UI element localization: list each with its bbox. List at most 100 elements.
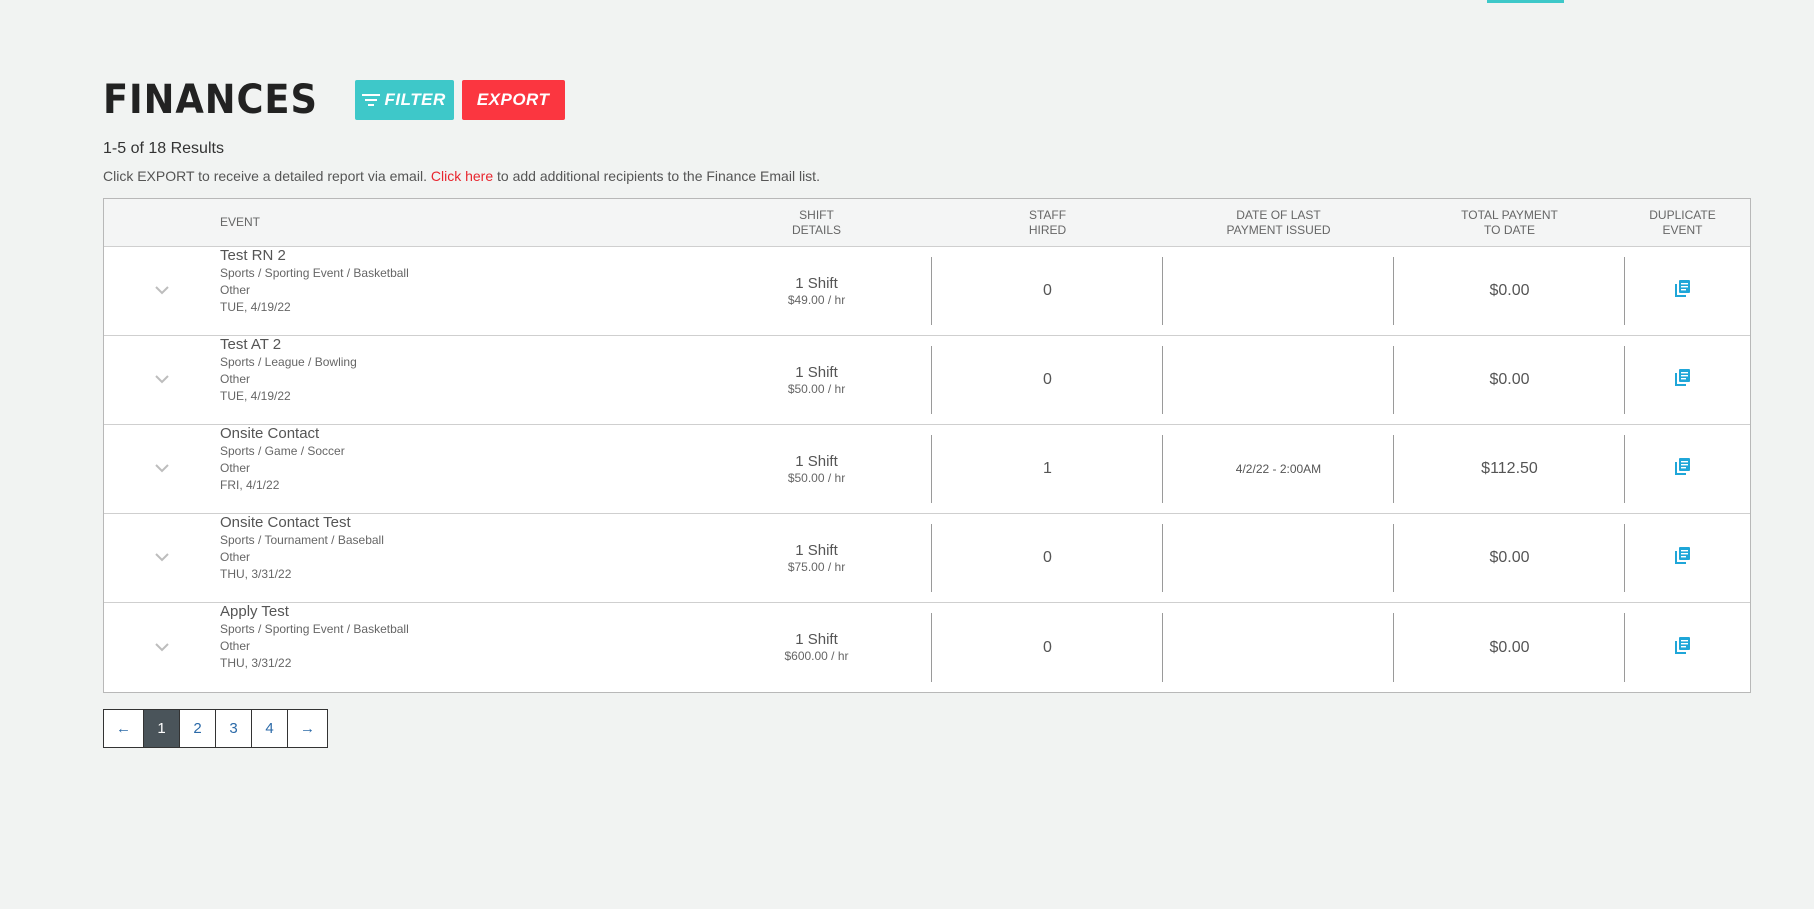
export-info-after: to add additional recipients to the Fina… — [493, 168, 820, 184]
table-body: Test RN 2 Sports / Sporting Event / Baske… — [104, 247, 1750, 692]
header-staff-line2: HIRED — [1028, 222, 1067, 237]
total-payment-cell: $0.00 — [1394, 247, 1625, 335]
staff-hired-value: 0 — [1043, 282, 1052, 299]
next-page-button[interactable]: → — [288, 709, 328, 748]
results-count: 1-5 of 18 Results — [103, 140, 224, 157]
shift-count: 1 Shift — [795, 274, 838, 292]
duplicate-event-cell — [1625, 514, 1740, 602]
page-title: FINANCES — [103, 77, 318, 123]
total-payment-cell: $0.00 — [1394, 603, 1625, 692]
expand-row-toggle[interactable] — [104, 603, 220, 692]
shift-rate: $50.00 / hr — [787, 381, 846, 396]
expand-row-toggle[interactable] — [104, 514, 220, 602]
top-nav-active-indicator — [1487, 0, 1564, 3]
chevron-down-icon — [155, 282, 169, 300]
page-button-3[interactable]: 3 — [216, 709, 252, 748]
filter-button[interactable]: FILTER — [354, 80, 454, 120]
staff-hired-cell: 0 — [932, 247, 1163, 335]
event-cell: Test RN 2 Sports / Sporting Event / Baske… — [220, 247, 701, 335]
pagination: ← 1 2 3 4 → — [103, 709, 1751, 748]
header-last-payment-date: DATE OF LAST PAYMENT ISSUED — [1163, 199, 1394, 246]
export-info-text: Click EXPORT to receive a detailed repor… — [103, 168, 1751, 184]
export-info-before: Click EXPORT to receive a detailed repor… — [103, 168, 431, 184]
total-payment-cell: $0.00 — [1394, 514, 1625, 602]
page-button-4[interactable]: 4 — [252, 709, 288, 748]
event-category: Sports / Sporting Event / Basketball — [220, 266, 409, 280]
page-header: FINANCES FILTER EXPORT — [103, 76, 1751, 124]
table-row: Onsite Contact Sports / Game / Soccer Othe… — [104, 425, 1750, 514]
header-dup-line2: EVENT — [1662, 222, 1703, 237]
staff-hired-value: 0 — [1043, 638, 1052, 656]
header-staff-line1: STAFF — [1028, 207, 1067, 222]
export-button[interactable]: EXPORT — [461, 80, 565, 120]
shift-count: 1 Shift — [795, 541, 838, 559]
event-name[interactable]: Apply Test — [220, 603, 289, 621]
header-total-line2: TO DATE — [1484, 222, 1535, 237]
total-payment-cell: $0.00 — [1394, 336, 1625, 424]
add-recipients-link[interactable]: Click here — [431, 168, 493, 184]
copy-icon[interactable] — [1675, 458, 1690, 480]
header-event: EVENT — [220, 215, 261, 229]
prev-page-button[interactable]: ← — [103, 709, 144, 748]
event-name[interactable]: Onsite Contact Test — [220, 514, 351, 532]
shift-count: 1 Shift — [795, 363, 838, 381]
event-type: Other — [220, 550, 251, 564]
shift-details-cell: 1 Shift $49.00 / hr — [701, 247, 932, 335]
shift-rate: $600.00 / hr — [784, 649, 849, 663]
copy-icon[interactable] — [1675, 636, 1690, 659]
event-cell: Apply Test Sports / Sporting Event / Bask… — [220, 603, 701, 692]
last-payment-cell — [1163, 603, 1394, 692]
event-name[interactable]: Test RN 2 — [220, 247, 286, 265]
total-payment-value: $0.00 — [1489, 638, 1530, 656]
page-button-1[interactable]: 1 — [144, 709, 180, 748]
header-total-payment: TOTAL PAYMENT TO DATE — [1394, 199, 1625, 246]
filter-button-label: FILTER — [384, 90, 446, 109]
expand-row-toggle[interactable] — [104, 247, 220, 335]
last-payment-cell — [1163, 336, 1394, 424]
total-payment-value: $112.50 — [1481, 460, 1538, 477]
header-total-line1: TOTAL PAYMENT — [1461, 207, 1558, 222]
event-name[interactable]: Onsite Contact — [220, 425, 319, 443]
table-header: EVENT SHIFT DETAILS STAFF HIRED DATE OF LA… — [104, 199, 1750, 247]
staff-hired-cell: 0 — [932, 336, 1163, 424]
event-date: THU, 3/31/22 — [220, 567, 292, 581]
duplicate-event-cell — [1625, 425, 1740, 513]
last-payment-cell — [1163, 514, 1394, 602]
copy-icon[interactable] — [1675, 369, 1690, 391]
staff-hired-value: 1 — [1043, 460, 1052, 477]
duplicate-event-cell — [1625, 247, 1740, 335]
event-name[interactable]: Test AT 2 — [220, 336, 281, 354]
staff-hired-cell: 0 — [932, 603, 1163, 692]
expand-row-toggle[interactable] — [104, 425, 220, 513]
export-button-label: EXPORT — [476, 90, 550, 109]
header-staff-hired: STAFF HIRED — [932, 199, 1163, 246]
copy-icon[interactable] — [1675, 280, 1690, 302]
table-row: Test RN 2 Sports / Sporting Event / Baske… — [104, 247, 1750, 336]
table-row: Test AT 2 Sports / League / Bowling Other T… — [104, 336, 1750, 425]
page-button-2[interactable]: 2 — [180, 709, 216, 748]
shift-rate: $50.00 / hr — [787, 470, 846, 485]
filter-icon — [362, 94, 381, 106]
shift-count: 1 Shift — [795, 631, 838, 648]
event-date: TUE, 4/19/22 — [220, 300, 291, 314]
shift-details-cell: 1 Shift $50.00 / hr — [701, 336, 932, 424]
event-type: Other — [220, 372, 251, 386]
shift-rate: $49.00 / hr — [787, 292, 846, 307]
expand-row-toggle[interactable] — [104, 336, 220, 424]
staff-hired-cell: 1 — [932, 425, 1163, 513]
header-duplicate-event: DUPLICATE EVENT — [1625, 199, 1740, 246]
finances-table: EVENT SHIFT DETAILS STAFF HIRED DATE OF LA… — [103, 198, 1751, 693]
event-category: Sports / Sporting Event / Basketball — [220, 622, 409, 636]
table-row: Apply Test Sports / Sporting Event / Bask… — [104, 603, 1750, 692]
total-payment-value: $0.00 — [1489, 371, 1530, 388]
header-date-line1: DATE OF LAST — [1236, 207, 1321, 222]
finances-page: FINANCES FILTER EXPORT 1-5 of 18 Results… — [103, 76, 1751, 748]
chevron-down-icon — [155, 549, 169, 567]
header-dup-line1: DUPLICATE — [1649, 207, 1716, 222]
staff-hired-value: 0 — [1043, 371, 1052, 388]
duplicate-event-cell — [1625, 336, 1740, 424]
event-cell: Onsite Contact Test Sports / Tournament /… — [220, 514, 701, 602]
staff-hired-cell: 0 — [932, 514, 1163, 602]
copy-icon[interactable] — [1675, 547, 1690, 569]
event-type: Other — [220, 639, 251, 653]
